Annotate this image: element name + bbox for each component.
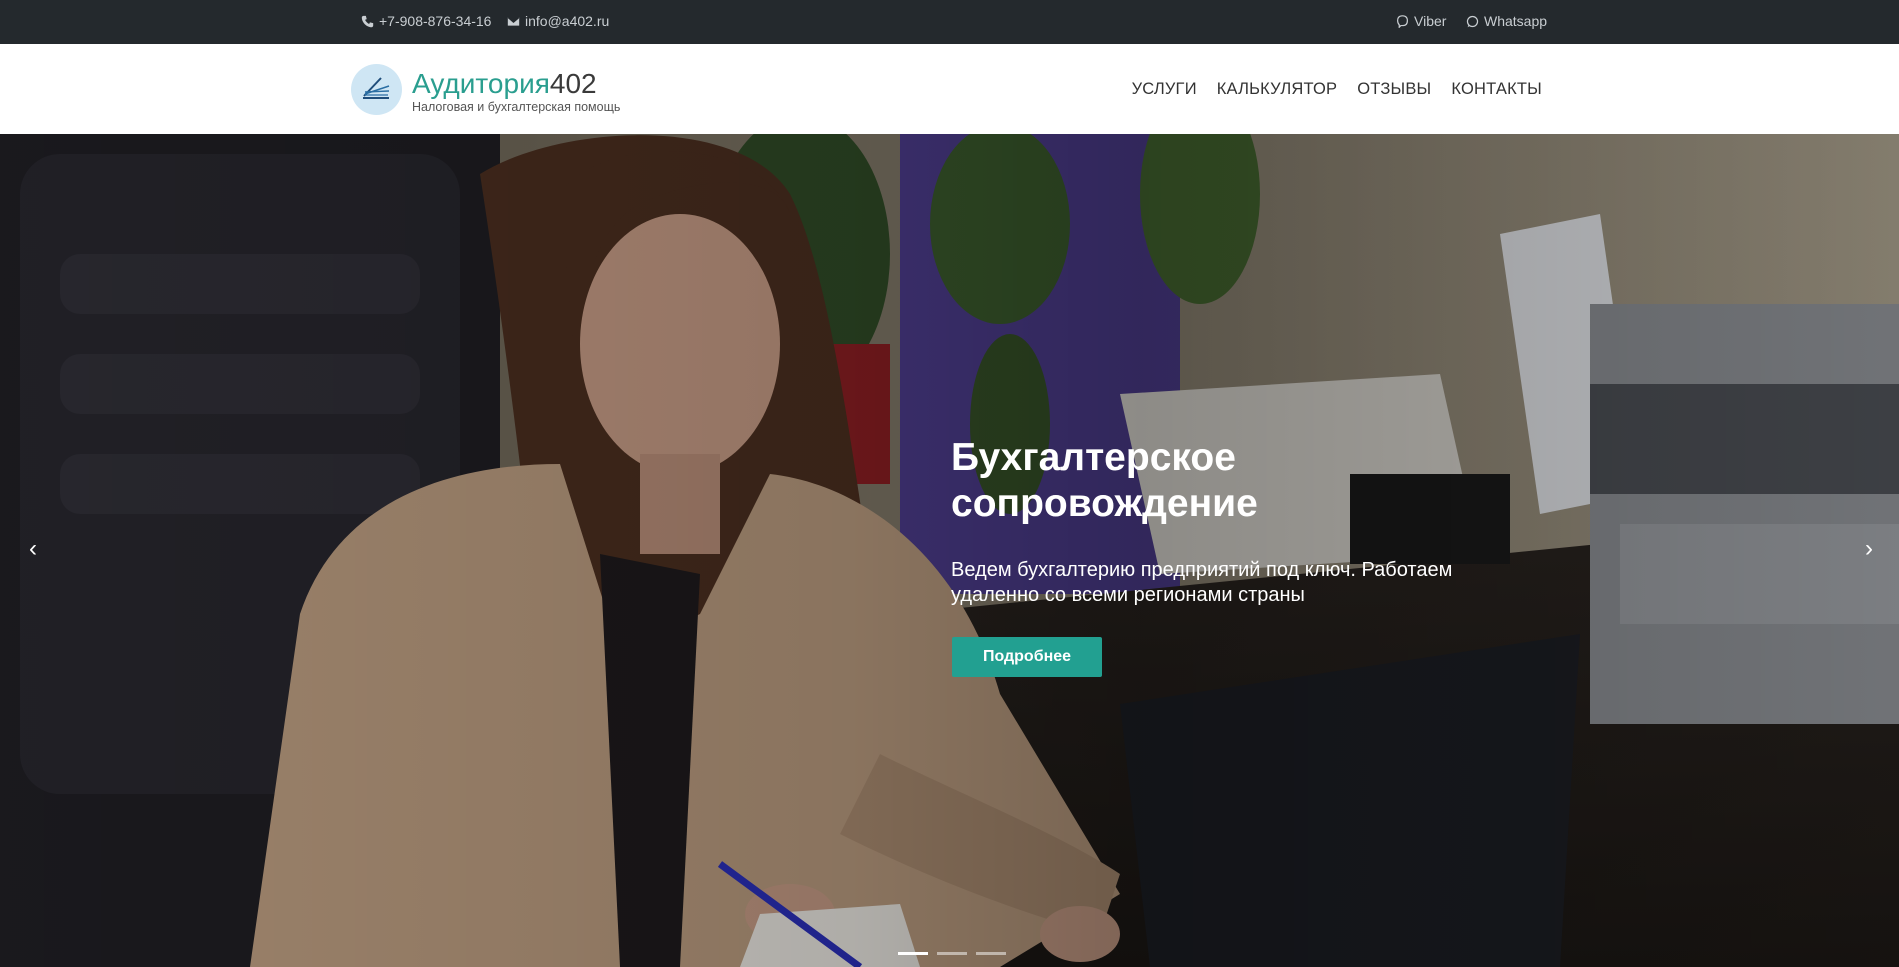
phone-icon: [361, 15, 374, 27]
logo-title[interactable]: Аудитория402: [412, 68, 597, 100]
viber-label: Viber: [1414, 13, 1447, 29]
email-address: info@a402.ru: [525, 13, 610, 29]
carousel-next-button[interactable]: ›: [1854, 534, 1884, 564]
carousel-indicator-1[interactable]: [898, 952, 928, 955]
nav-services[interactable]: УСЛУГИ: [1132, 80, 1197, 99]
logo-part-2: 402: [549, 68, 597, 99]
viber-icon: [1397, 14, 1408, 28]
hero-background-image: [0, 134, 1899, 967]
nav-calculator[interactable]: КАЛЬКУЛЯТОР: [1217, 80, 1338, 99]
hero-carousel: ‹ › Бухгалтерское сопровождение Ведем бу…: [0, 134, 1899, 967]
carousel-indicator-2[interactable]: [937, 952, 967, 955]
hero-description: Ведем бухгалтерию предприятий под ключ. …: [951, 559, 1453, 606]
viber-link[interactable]: Viber: [1396, 13, 1446, 29]
carousel-indicator-3[interactable]: [976, 952, 1006, 955]
whatsapp-link[interactable]: Whatsapp: [1466, 13, 1547, 29]
main-nav: УСЛУГИ КАЛЬКУЛЯТОР ОТЗЫВЫ КОНТАКТЫ: [1132, 80, 1542, 99]
envelope-icon: [507, 16, 520, 26]
email-link[interactable]: info@a402.ru: [507, 13, 609, 29]
carousel-prev-button[interactable]: ‹: [18, 534, 48, 564]
logo-icon[interactable]: [351, 64, 402, 115]
site-header: Аудитория402 Налоговая и бухгалтерская п…: [0, 44, 1899, 134]
phone-number: +7-908-876-34-16: [379, 13, 492, 29]
whatsapp-label: Whatsapp: [1484, 13, 1548, 29]
hero-title: Бухгалтерское сопровождение: [951, 436, 1258, 525]
carousel-indicators: [898, 952, 1006, 955]
whatsapp-icon: [1466, 15, 1479, 27]
more-details-button[interactable]: Подробнее: [952, 637, 1102, 677]
nav-contacts[interactable]: КОНТАКТЫ: [1451, 80, 1542, 99]
nav-reviews[interactable]: ОТЗЫВЫ: [1357, 80, 1431, 99]
logo-tagline: Налоговая и бухгалтерская помощь: [412, 100, 621, 114]
top-bar: +7-908-876-34-16 info@a402.ru Viber What…: [0, 0, 1899, 44]
phone-link[interactable]: +7-908-876-34-16: [361, 13, 491, 29]
logo-part-1: Аудитория: [412, 68, 550, 99]
